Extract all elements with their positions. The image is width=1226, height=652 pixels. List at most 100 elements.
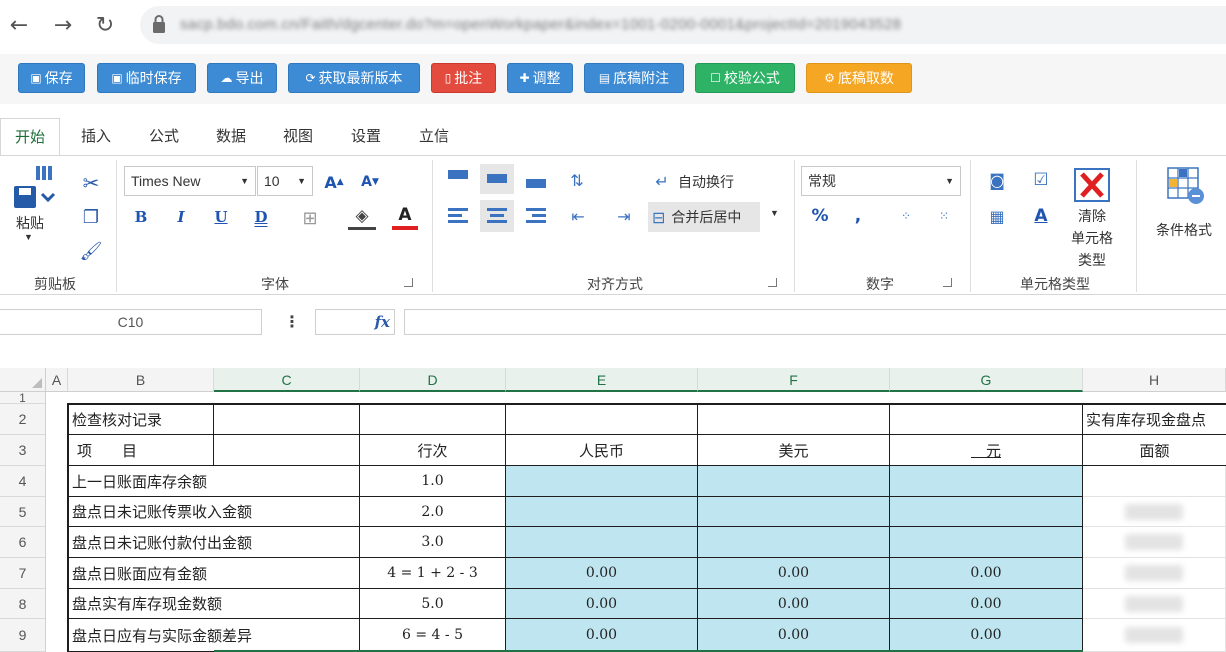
column-header-f[interactable]: F [698,368,890,392]
forward-arrow-icon[interactable]: → [50,10,76,40]
font-dialog-launcher-icon[interactable] [404,278,413,287]
number-format-select[interactable]: 常规 ▼ [801,166,961,196]
cell-d7[interactable]: 4 = 1 + 2 - 3 [360,558,506,589]
column-header-c[interactable]: C [214,368,360,392]
decrease-decimal-icon[interactable]: ⁙ [930,204,958,228]
cell-g3[interactable]: 元 [890,435,1083,466]
annotate-button[interactable]: ▯ 批注 [431,63,496,93]
cell-f5[interactable] [698,497,890,527]
fx-button[interactable]: fx [315,309,395,335]
tab-formula[interactable]: 公式 [134,118,194,156]
font-color-icon[interactable]: A [392,204,418,230]
cell-g4[interactable] [890,466,1083,497]
merge-dropdown-icon[interactable]: ▼ [770,208,779,218]
cell-b6[interactable]: 盘点日未记账付款付出金额 [69,527,360,558]
cell-e9[interactable]: 0.00 [506,619,698,652]
cell-c2[interactable] [214,405,360,435]
more-options-icon[interactable]: ⋮ [284,312,300,332]
cell-e8[interactable]: 0.00 [506,589,698,619]
cell-e5[interactable] [506,497,698,527]
font-name-select[interactable]: Times New ▼ [124,166,256,196]
row-header-7[interactable]: 7 [0,558,46,589]
number-dialog-launcher-icon[interactable] [943,278,952,287]
row-header-8[interactable]: 8 [0,589,46,619]
align-left-icon[interactable] [446,204,470,228]
validate-formula-button[interactable]: ☐ 校验公式 [695,63,795,93]
text-direction-icon[interactable]: ⇅ [566,168,588,192]
column-header-h[interactable]: H [1083,368,1226,392]
button-celltype-icon[interactable]: ◙ [984,168,1010,192]
column-header-a[interactable]: A [46,368,68,392]
cell-f4[interactable] [698,466,890,497]
cell-f7[interactable]: 0.00 [698,558,890,589]
name-box[interactable]: C10 [0,309,262,335]
fill-color-icon[interactable]: ◈ [348,204,376,230]
cell-e7[interactable]: 0.00 [506,558,698,589]
export-button[interactable]: ☁ 导出 [207,63,277,93]
merge-center-button[interactable]: ⊟ 合并后居中 [648,202,760,232]
cell-h3[interactable]: 面额 [1083,435,1226,466]
row-header-5[interactable]: 5 [0,497,46,527]
alignment-dialog-launcher-icon[interactable] [768,278,777,287]
increase-indent-icon[interactable]: ⇥ [612,204,636,228]
underline-icon[interactable]: U [208,204,234,230]
align-right-icon[interactable] [524,204,548,228]
decrease-font-icon[interactable]: A ▼ [356,168,384,196]
cell-g9[interactable]: 0.00 [890,619,1083,652]
wrap-text-icon[interactable]: ↵ [650,170,674,192]
cell-g8[interactable]: 0.00 [890,589,1083,619]
conditional-format-icon[interactable] [1166,166,1206,206]
increase-decimal-icon[interactable]: ⁘ [892,204,920,228]
checkbox-celltype-icon[interactable]: ☑ [1028,168,1054,192]
cell-e4[interactable] [506,466,698,497]
back-arrow-icon[interactable]: ← [6,10,32,40]
tab-insert[interactable]: 插入 [66,118,126,156]
cut-icon[interactable]: ✂ [78,170,104,196]
format-painter-icon[interactable]: 🖌 [78,238,104,264]
tab-home[interactable]: 开始 [0,118,60,156]
font-size-select[interactable]: 10 ▼ [257,166,313,196]
hyperlink-celltype-icon[interactable]: A [1028,204,1054,228]
thousands-separator-icon[interactable]: , [848,204,868,228]
row-header-4[interactable]: 4 [0,466,46,497]
cell-d5[interactable]: 2.0 [360,497,506,527]
cell-h5[interactable] [1083,497,1226,527]
column-header-b[interactable]: B [68,368,214,392]
increase-font-icon[interactable]: A ▲ [320,168,348,196]
cell-e2[interactable] [506,405,698,435]
decrease-indent-icon[interactable]: ⇤ [566,204,590,228]
clear-celltype-icon[interactable] [1072,166,1112,204]
cell-g7[interactable]: 0.00 [890,558,1083,589]
cell-f9[interactable]: 0.00 [698,619,890,652]
column-header-g[interactable]: G [890,368,1083,392]
tab-data[interactable]: 数据 [201,118,261,156]
row-header-9[interactable]: 9 [0,619,46,652]
cell-d2[interactable] [360,405,506,435]
cell-h6[interactable] [1083,527,1226,558]
cell-h8[interactable] [1083,589,1226,619]
cell-g5[interactable] [890,497,1083,527]
cell-g6[interactable] [890,527,1083,558]
cell-b7[interactable]: 盘点日账面应有金额 [69,558,360,589]
cell-e6[interactable] [506,527,698,558]
spreadsheet-grid[interactable]: A B C D E F G H 1 2 3 4 5 6 7 8 9 检查核对记录… [0,368,1226,652]
cell-h9[interactable] [1083,619,1226,652]
row-header-1[interactable]: 1 [0,392,46,404]
column-header-e[interactable]: E [506,368,698,392]
align-bottom-icon[interactable] [524,168,548,190]
cell-h2[interactable]: 实有库存现金盘点 [1083,405,1226,435]
cell-c3[interactable] [214,435,360,466]
cell-b5[interactable]: 盘点日未记账传票收入金额 [69,497,360,527]
tab-settings[interactable]: 设置 [336,118,396,156]
cell-b9[interactable]: 盘点日应有与实际金额差异 [69,619,360,652]
bold-icon[interactable]: B [128,204,154,230]
fetch-data-button[interactable]: ⚙ 底稿取数 [806,63,912,93]
double-underline-icon[interactable]: D [248,204,274,230]
save-button[interactable]: ▣ 保存 [18,63,85,93]
cell-b3[interactable]: 项 目 [69,435,214,466]
copy-icon[interactable]: ❐ [78,204,104,230]
align-center-icon[interactable] [480,200,514,232]
paste-dropdown-icon[interactable]: ▼ [24,232,33,242]
border-icon[interactable]: ⊞ [298,206,322,230]
cell-f8[interactable]: 0.00 [698,589,890,619]
